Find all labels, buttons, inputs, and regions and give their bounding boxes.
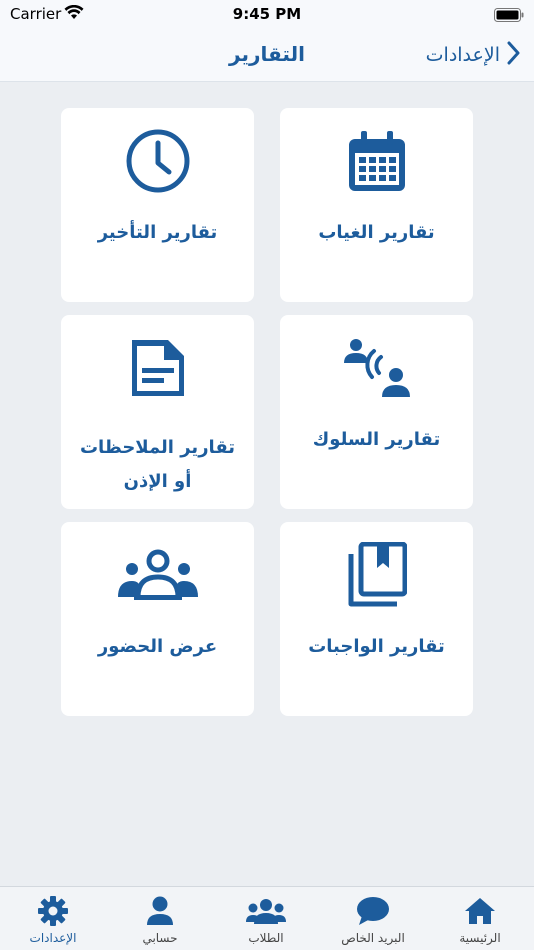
card-label: تقارير الغياب: [318, 222, 435, 243]
tab-students[interactable]: الطلاب: [213, 887, 319, 950]
navigation-bar: التقارير الإعدادات: [0, 28, 534, 82]
tab-label: الرئيسية: [459, 931, 501, 945]
tab-bar: الرئيسية البريد الخاص الطلاب حسابي الإعد…: [0, 886, 534, 950]
behavior-icon: [280, 333, 473, 403]
homework-icon: [280, 540, 473, 610]
tab-label: الطلاب: [248, 931, 284, 945]
attendance-group-icon: [61, 540, 254, 610]
tab-home[interactable]: الرئيسية: [427, 887, 533, 950]
card-label: تقارير السلوك: [312, 429, 441, 450]
chat-bubble-icon: [320, 895, 426, 927]
card-label: تقارير الملاحظات أو الإذن: [79, 437, 236, 492]
tab-label: حسابي: [142, 931, 178, 945]
notes-reports-card[interactable]: تقارير الملاحظات أو الإذن: [61, 315, 254, 509]
lateness-reports-card[interactable]: تقارير التأخير: [61, 108, 254, 302]
chevron-right-icon: [506, 41, 520, 69]
clock-icon: [61, 126, 254, 196]
absence-reports-card[interactable]: تقارير الغياب: [280, 108, 473, 302]
clock-time: 9:45 PM: [232, 5, 302, 23]
students-icon: [213, 895, 319, 927]
reports-grid: تقارير الغياب تقارير التأخير تقارير السل…: [61, 108, 473, 716]
attendance-view-card[interactable]: عرض الحضور: [61, 522, 254, 716]
card-label: تقارير التأخير: [97, 222, 218, 243]
tab-my-account[interactable]: حسابي: [107, 887, 213, 950]
status-bar: Carrier 9:45 PM: [0, 0, 534, 28]
person-icon: [107, 895, 213, 927]
home-icon: [427, 895, 533, 927]
homework-reports-card[interactable]: تقارير الواجبات: [280, 522, 473, 716]
behavior-reports-card[interactable]: تقارير السلوك: [280, 315, 473, 509]
back-button-label: الإعدادات: [425, 44, 500, 66]
gear-icon: [0, 895, 106, 927]
tab-label: الإعدادات: [29, 931, 77, 945]
tab-settings[interactable]: الإعدادات: [0, 887, 106, 950]
battery-icon: [494, 7, 524, 26]
document-icon: [61, 333, 254, 403]
tab-private-mail[interactable]: البريد الخاص: [320, 887, 426, 950]
card-label: عرض الحضور: [97, 636, 218, 657]
back-button[interactable]: الإعدادات: [426, 40, 520, 70]
calendar-icon: [280, 126, 473, 196]
card-label: تقارير الواجبات: [308, 636, 445, 657]
tab-label: البريد الخاص: [341, 931, 405, 945]
